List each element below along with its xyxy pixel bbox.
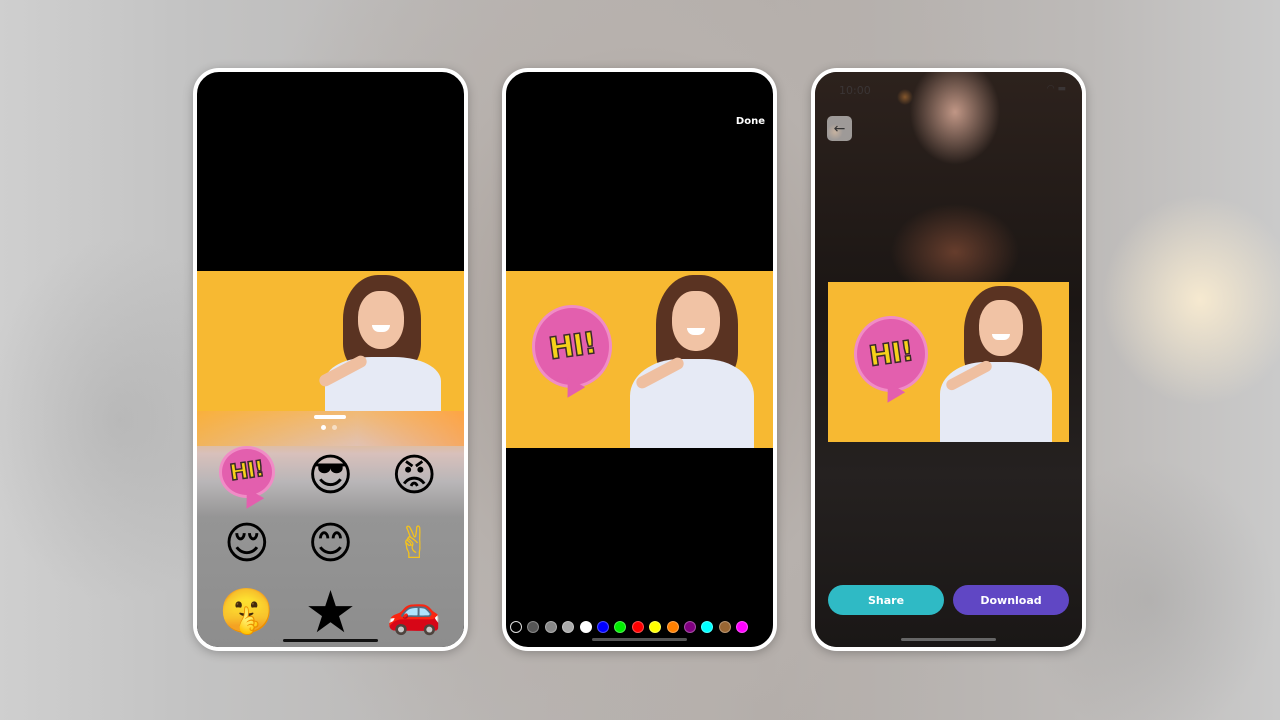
sticker-peace[interactable]: ✌ [372,512,456,576]
sticker-angry-phone[interactable]: 😡 [372,444,456,508]
color-swatch[interactable] [649,621,662,633]
color-swatch[interactable] [510,621,522,633]
edited-photo: HI! [506,271,773,448]
sticker-thumbs-down[interactable]: 😊 [289,512,373,576]
hi-sticker-overlay[interactable]: HI! [532,305,612,403]
color-swatch[interactable] [666,621,679,633]
arrow-left-icon: ← [833,120,846,137]
color-swatch[interactable] [596,621,609,633]
done-button[interactable]: Done [736,116,765,127]
back-button[interactable]: ← [827,116,852,141]
sticker-cool-boy[interactable]: 😎 [289,444,373,508]
status-icons: ◠ ▬ [1047,84,1066,94]
hi-sticker: HI! [854,316,928,408]
color-swatch[interactable] [579,621,592,633]
page-dot[interactable] [332,425,337,430]
color-palette [510,621,749,633]
color-swatch[interactable] [631,621,644,633]
sticker-cartoon-car[interactable]: 🚗 [372,580,456,644]
color-swatch[interactable] [614,621,627,633]
status-time: 10:00 [839,84,871,97]
color-swatch[interactable] [736,621,749,633]
sticker-sleepy[interactable]: 😌 [205,512,289,576]
sticker-grid: HI! 😎 😡 😌 😊 ✌ 🤫 ★ 🚗 [205,444,456,644]
color-swatch[interactable] [718,621,731,633]
color-swatch[interactable] [527,621,540,633]
download-button[interactable]: Download [953,585,1069,615]
share-button[interactable]: Share [828,585,944,615]
color-swatch[interactable] [544,621,557,633]
phone-sticker-picker: HI! 😎 😡 😌 😊 ✌ 🤫 ★ 🚗 [193,68,468,651]
phone-color-editor: Done HI! [502,68,777,651]
sheet-drag-handle[interactable] [314,415,346,419]
home-indicator [283,639,378,642]
color-swatch[interactable] [683,621,696,633]
color-swatch[interactable] [701,621,714,633]
home-indicator [592,638,687,641]
edited-photo [197,271,464,411]
home-indicator [901,638,996,641]
battery-icon: ▬ [1057,84,1066,94]
wifi-icon: ◠ [1046,84,1055,94]
phone-result: 10:00 ◠ ▬ ← HI! Share Download [811,68,1086,651]
sticker-hi-bubble[interactable]: HI! [205,444,289,514]
sticker-star-emblem[interactable]: ★ [289,580,373,644]
result-photo: HI! [828,282,1069,442]
sticker-shush[interactable]: 🤫 [205,580,289,644]
color-swatch[interactable] [562,621,575,633]
page-indicator [321,425,337,430]
page-dot-active[interactable] [321,425,326,430]
